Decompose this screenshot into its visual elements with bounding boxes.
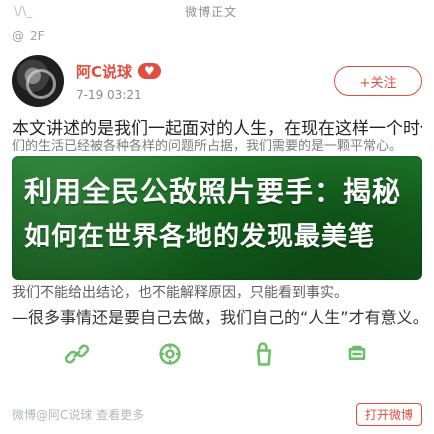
share-button[interactable] — [55, 332, 99, 376]
post-text-line-1: 本文讲述的是我们一起面对的人生，在现在这样一个时代，我 — [12, 119, 422, 139]
share-icon — [64, 344, 89, 364]
at-label: @ — [12, 29, 24, 43]
post-text-line-2: 们的生活已经被各种各样的问题所占据，我们需要的是一颗平常心。 — [12, 139, 403, 154]
after-text-line-1: 我们不能给出结论，也不能解释原因，只能看到事实。 — [12, 285, 348, 301]
like-icon — [256, 342, 271, 366]
top-bar: \/\_ 微博正文 — [0, 0, 434, 22]
like-button[interactable] — [242, 332, 286, 376]
bottom-bar: 微博@阿C说球 查看更多 打开微博 — [12, 402, 422, 426]
bottom-text: 微博@阿C说球 查看更多 — [12, 407, 145, 422]
promo-title-line-2: 如何在世界各地的发现最美笔 — [24, 222, 376, 252]
user-name[interactable]: 阿C说球 ♥ — [76, 61, 334, 82]
comment-button[interactable] — [148, 332, 192, 376]
open-weibo-button[interactable]: 打开微博 — [355, 402, 422, 426]
promo-banner[interactable]: 利用全民公敌照片要手：揭秘 如何在世界各地的发现最美笔 — [12, 156, 422, 280]
actions-row — [0, 334, 434, 374]
comment-icon — [159, 343, 181, 365]
page-title: 微博正文 — [185, 4, 238, 19]
post-time: 7-19 03:21 — [76, 87, 142, 102]
avatar[interactable] — [12, 55, 64, 107]
follow-button[interactable]: +关注 — [334, 66, 422, 96]
after-text-line-2: —很多事情还是要自己去做，我们自己的“人生”才有意义。 — [12, 308, 422, 327]
user-meta: 阿C说球 ♥ 7-19 03:21 — [76, 61, 334, 102]
more-button[interactable] — [335, 332, 379, 376]
floor-label: 2F — [30, 29, 45, 43]
user-row: 阿C说球 ♥ 7-19 03:21 +关注 — [12, 52, 422, 110]
more-icon — [348, 345, 366, 360]
user-name-text: 阿C说球 — [76, 62, 133, 81]
sub-bar: @ 2F — [12, 26, 45, 46]
user-badge: ♥ — [138, 62, 161, 80]
promo-title-line-1: 利用全民公敌照片要手：揭秘 — [24, 175, 402, 208]
top-left-text: \/\_ — [14, 4, 33, 18]
